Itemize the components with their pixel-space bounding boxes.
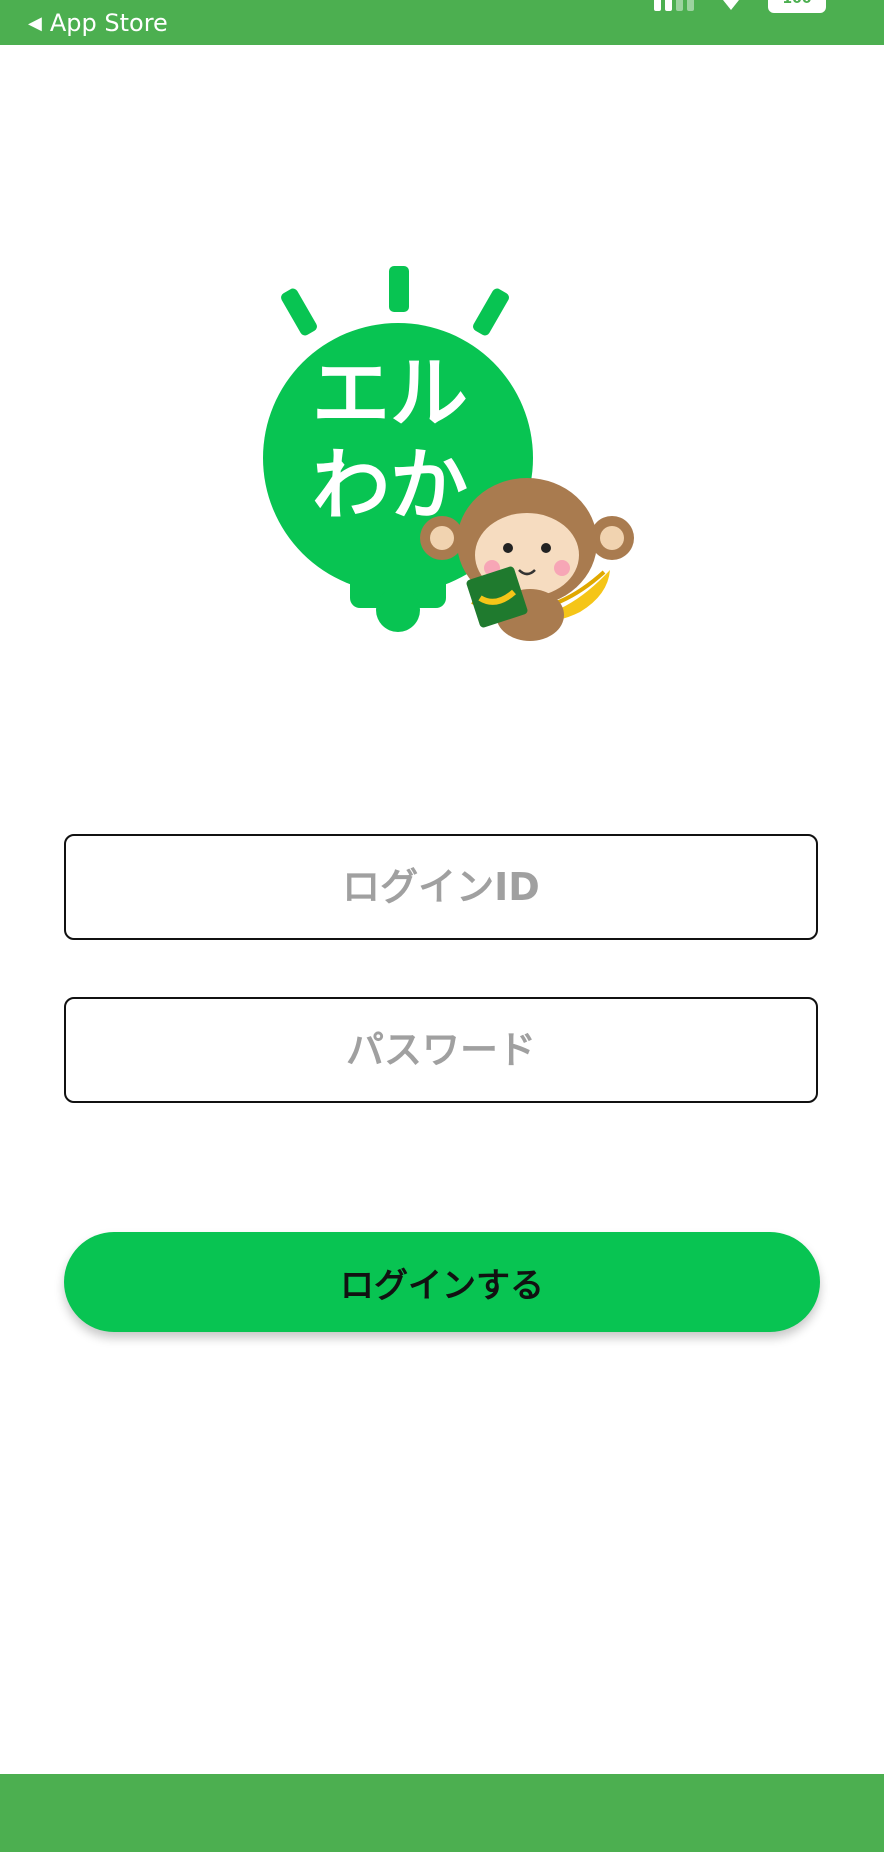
status-indicators: 100 bbox=[654, 0, 826, 14]
battery-icon: 100 bbox=[768, 0, 826, 13]
login-id-field-container bbox=[64, 834, 818, 940]
password-field-container bbox=[64, 997, 818, 1103]
password-input[interactable] bbox=[66, 998, 816, 1102]
app-logo: エル わか bbox=[263, 266, 634, 641]
cellular-signal-icon bbox=[654, 0, 694, 11]
back-label: App Store bbox=[49, 9, 168, 37]
wifi-icon bbox=[723, 0, 739, 10]
login-button[interactable]: ログインする bbox=[64, 1232, 820, 1332]
status-bar: ◀ App Store 100 bbox=[0, 0, 884, 45]
bottom-bar bbox=[0, 1774, 884, 1852]
back-triangle-icon: ◀ bbox=[28, 12, 42, 34]
battery-level: 100 bbox=[782, 0, 811, 7]
back-to-app-store-link[interactable]: ◀ App Store bbox=[28, 8, 168, 38]
login-id-input[interactable] bbox=[66, 835, 816, 939]
logo-text-line1: エル bbox=[312, 349, 468, 439]
